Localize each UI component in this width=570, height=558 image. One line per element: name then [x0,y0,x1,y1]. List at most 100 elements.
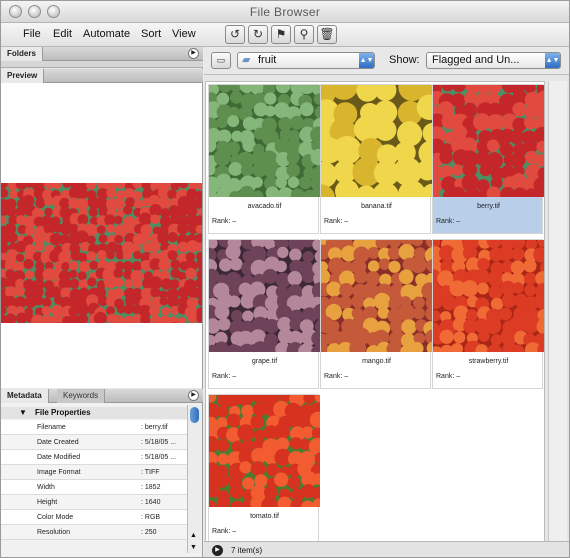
fruit-shape [499,307,512,321]
metadata-scrollbar[interactable]: ▲ ▼ [187,405,201,553]
menu-bar: File Edit Automate Sort View ↺ ↻ ⚑ ⚲ 🗑 [1,23,569,47]
thumbnail-rank[interactable]: Rank: – [212,528,236,535]
fruit-shape [501,293,517,308]
thumbnail-image[interactable] [433,240,544,352]
thumbnail-image[interactable] [209,85,320,197]
metadata-key: Image Format [37,469,81,476]
folders-panel-menu-button[interactable]: ▶ [188,48,199,59]
fruit-shape [490,297,504,311]
fruit-shape [338,295,352,310]
status-menu-icon[interactable]: ▶ [212,545,223,556]
play-arrow-icon: ▶ [191,50,196,56]
menu-file[interactable]: File [23,28,41,40]
rotate-cw-icon: ↻ [252,27,264,41]
thumbnail-image[interactable] [433,85,544,197]
thumbnail-image[interactable] [321,85,432,197]
thumbnail-rank[interactable]: Rank: – [212,218,236,225]
fruit-shape [7,232,18,243]
thumbnail-rank[interactable]: Rank: – [324,373,348,380]
fruit-shape [326,281,342,297]
rotate-ccw-button[interactable]: ↺ [225,25,245,44]
fruit-shape [523,259,537,273]
fruit-shape [274,472,289,487]
thumbnail-cell[interactable]: avacado.tif Rank: – [208,84,320,234]
fruit-shape [158,258,171,271]
thumbnail-cell[interactable]: mango.tif Rank: – [320,239,432,389]
tab-folders[interactable]: Folders [1,47,43,61]
thumbnail-rank[interactable]: Rank: – [436,218,460,225]
thumbnail-svg [209,395,320,507]
fruit-shape [287,271,303,286]
scroll-up-icon[interactable]: ▲ [190,532,197,539]
thumbnail-scrollbar[interactable] [548,81,567,546]
flag-button[interactable]: ⚑ [271,25,291,44]
thumbnail-cell[interactable]: berry.tif Rank: – [432,84,544,234]
fruit-shape [301,269,315,283]
fruit-shape [68,261,79,271]
metadata-scroll-thumb[interactable] [190,407,199,423]
fruit-shape [242,310,254,322]
menu-sort[interactable]: Sort [141,28,161,40]
fruit-shape [473,268,490,285]
fruit-shape [286,150,300,164]
toggle-panels-button[interactable]: ▭ [211,52,231,69]
fruit-shape [333,135,362,165]
thumbnail-image[interactable] [209,240,320,352]
tab-keywords[interactable]: Keywords [57,389,106,403]
fruit-shape [132,279,142,289]
fruit-shape [367,260,380,272]
fruit-shape [486,139,500,152]
fruit-shape [351,294,365,308]
thumbnail-image[interactable] [321,240,432,352]
fruit-shape [226,413,241,428]
folder-dropdown[interactable]: ▰ fruit ▲▼ [237,52,375,69]
scroll-down-icon[interactable]: ▼ [190,544,197,551]
tab-preview[interactable]: Preview [1,69,45,83]
metadata-panel-menu-button[interactable]: ▶ [188,390,199,401]
fruit-shape [228,295,241,308]
fruit-shape [213,149,231,166]
thumbnail-cell[interactable]: banana.tif Rank: – [320,84,432,234]
thumbnail-cell[interactable]: strawberry.tif Rank: – [432,239,544,389]
show-filter-dropdown[interactable]: Flagged and Un... ▲▼ [426,52,561,69]
fruit-shape [299,102,314,117]
metadata-row: Color Mode: RGB [1,510,187,525]
thumbnail-cell[interactable]: grape.tif Rank: – [208,239,320,389]
menu-edit[interactable]: Edit [53,28,72,40]
fruit-shape [113,268,124,278]
metadata-row: Date Modified: 5/18/05 ... [1,450,187,465]
search-button[interactable]: ⚲ [294,25,314,44]
fruit-shape [149,305,160,316]
menu-view[interactable]: View [172,28,196,40]
delete-button[interactable]: 🗑 [317,25,337,44]
metadata-key: Width [37,484,55,491]
tab-metadata[interactable]: Metadata [1,389,49,403]
fruit-shape [161,307,171,316]
fruit-shape [169,279,180,289]
fruit-shape [32,231,46,245]
thumbnail-grid: avacado.tif Rank: – banana.tif Rank: – berry… [205,81,545,546]
menu-automate[interactable]: Automate [83,28,130,40]
metadata-key: Filename [37,424,66,431]
thumbnail-image[interactable] [209,395,320,507]
fruit-shape [68,269,78,279]
fruit-shape [177,223,189,235]
fruit-shape [275,260,287,273]
metadata-value: : 1640 [141,499,161,506]
thumbnail-cell[interactable]: tomato.tif Rank: – [208,394,320,544]
fruit-shape [114,277,124,288]
fruit-shape [114,235,124,244]
fruit-shape [227,115,240,128]
fruit-shape [353,269,368,284]
fruit-shape [242,477,255,490]
disclosure-triangle-icon[interactable]: ▼ [19,407,27,419]
fruit-shape [122,250,132,260]
thumbnail-rank[interactable]: Rank: – [324,218,348,225]
thumbnail-rank[interactable]: Rank: – [436,373,460,380]
thumbnail-rank[interactable]: Rank: – [212,373,236,380]
rotate-cw-button[interactable]: ↻ [248,25,268,44]
file-properties-group[interactable]: ▼ File Properties [1,407,187,419]
metadata-row: Image Format: TIFF [1,465,187,480]
panel-divider[interactable] [1,61,203,68]
fruit-shape [262,269,278,284]
